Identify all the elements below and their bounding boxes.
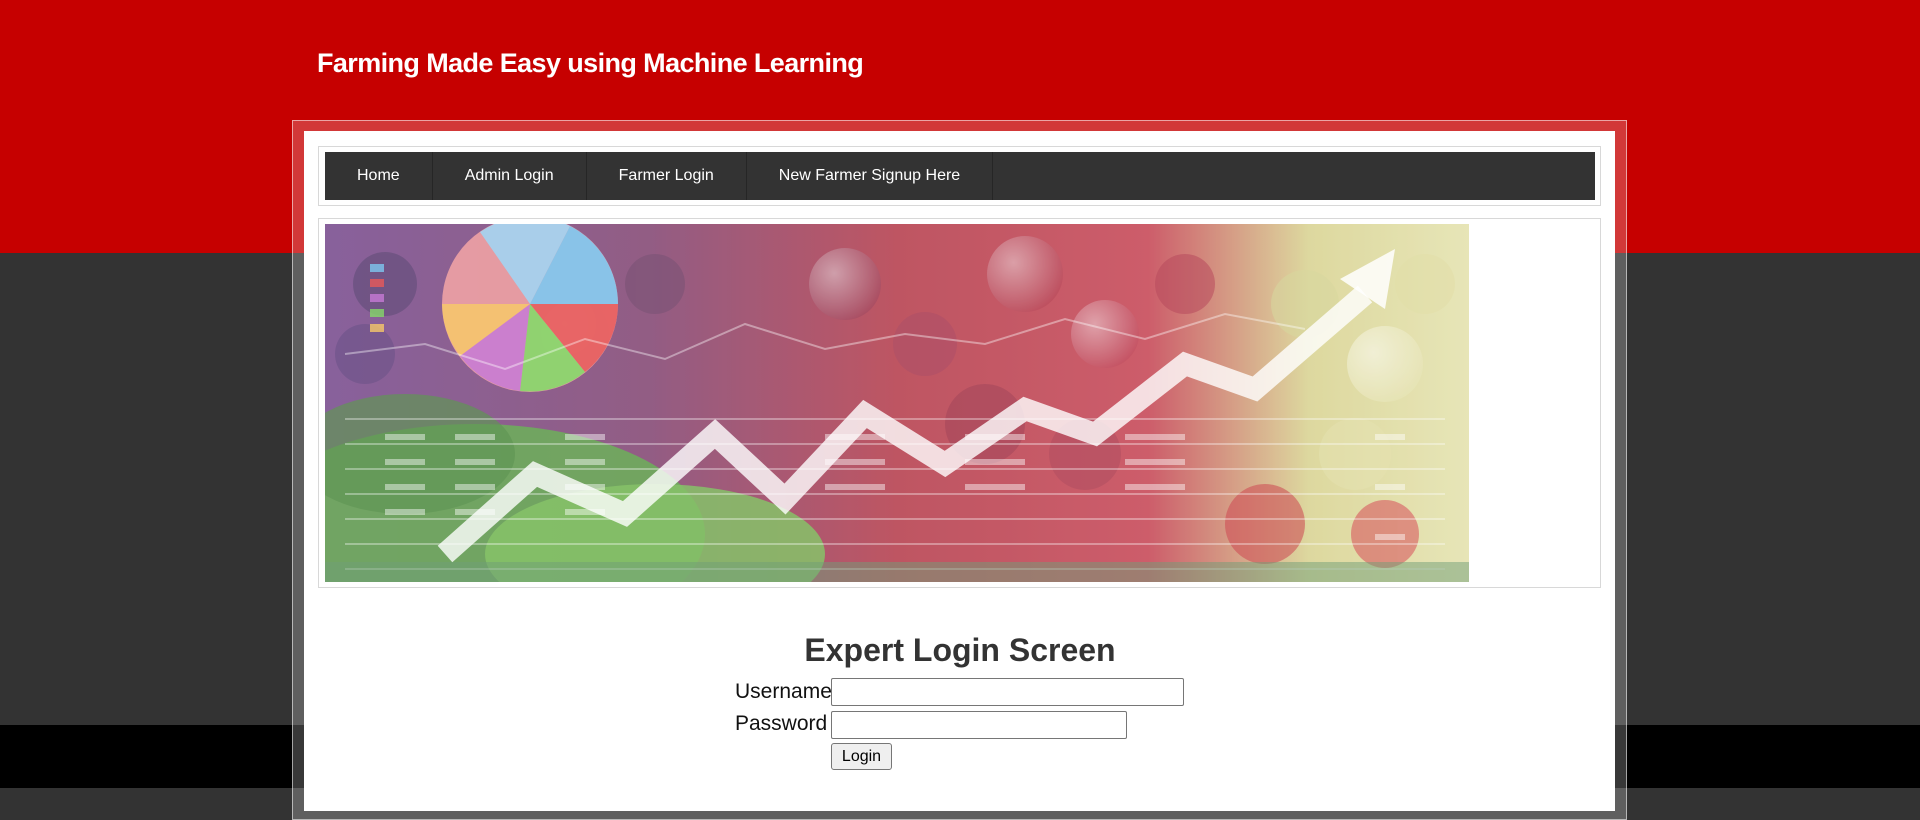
username-label: Username xyxy=(735,680,832,703)
password-input[interactable] xyxy=(831,711,1127,739)
nav-admin-login[interactable]: Admin Login xyxy=(433,152,587,200)
main-navigation: Home Admin Login Farmer Login New Farmer… xyxy=(325,152,1595,200)
nav-home[interactable]: Home xyxy=(325,152,433,200)
market-growth-banner-image xyxy=(325,224,1469,582)
login-title: Expert Login Screen xyxy=(804,632,1116,668)
site-title: Farming Made Easy using Machine Learning xyxy=(317,48,864,78)
nav-new-farmer-signup[interactable]: New Farmer Signup Here xyxy=(747,152,994,200)
password-label: Password xyxy=(735,712,828,735)
username-input[interactable] xyxy=(831,678,1184,706)
login-button[interactable]: Login xyxy=(831,743,892,770)
nav-farmer-login[interactable]: Farmer Login xyxy=(587,152,747,200)
